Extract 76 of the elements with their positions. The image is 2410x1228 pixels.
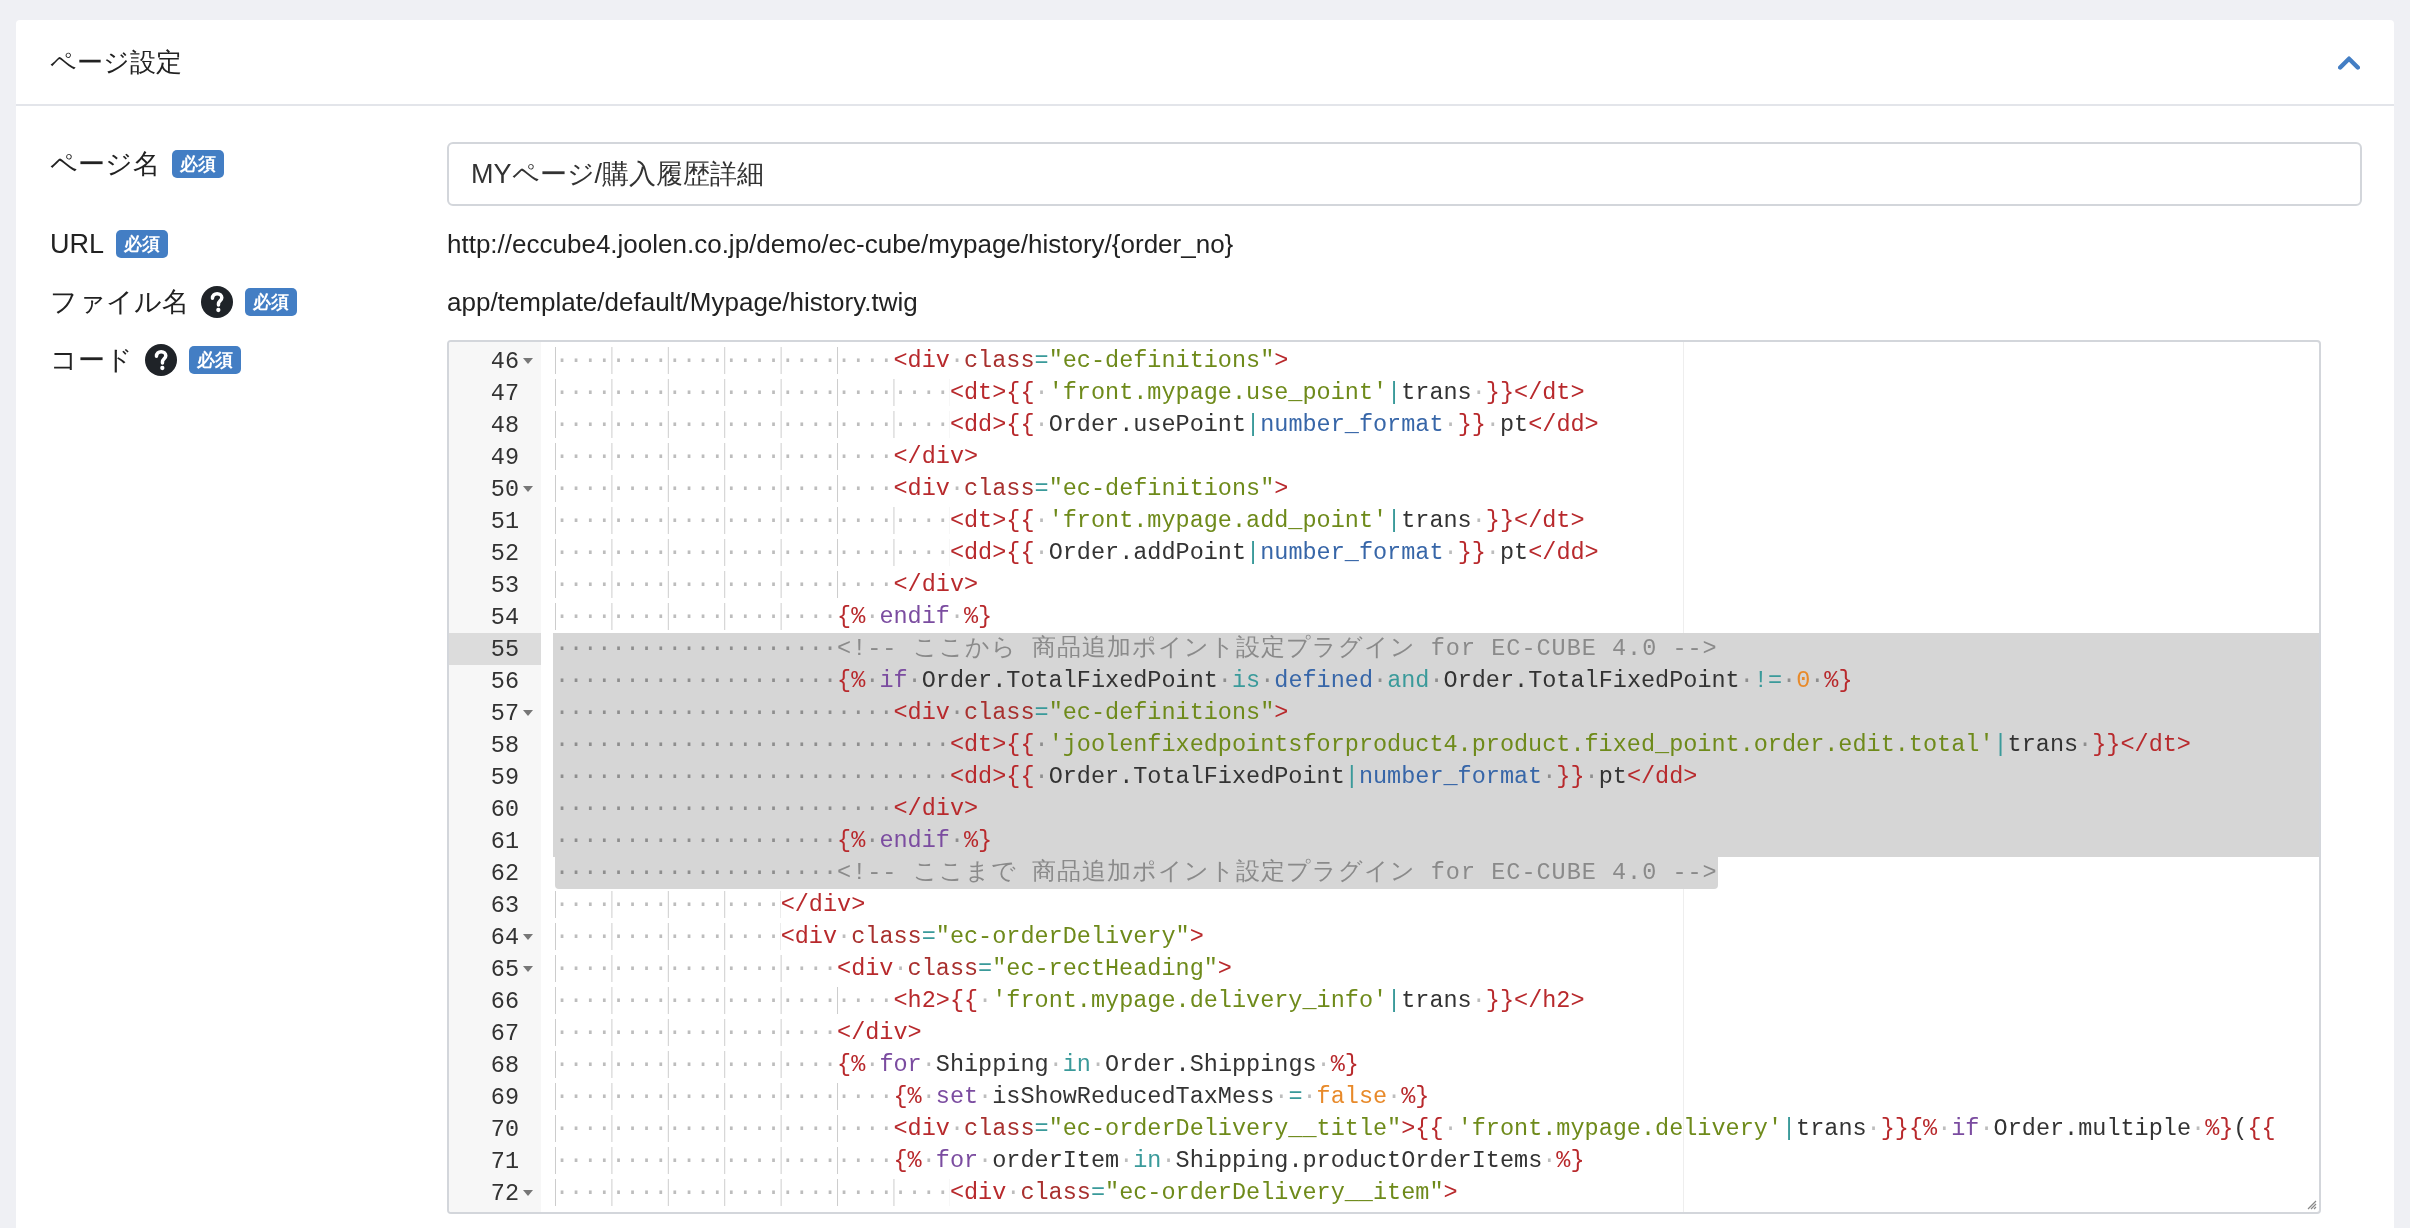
fold-caret-icon[interactable] <box>523 934 533 940</box>
line-number: 60 <box>489 794 520 825</box>
code-line: ····························<dt>{{·'joolenfixedpointsforproduct4.product.fixed_point.order.edit.total'|trans·}}</dt> <box>555 730 2191 760</box>
line-number: 72 <box>449 1177 541 1209</box>
code-line: ················</div> <box>555 890 866 920</box>
line-number: 67 <box>489 1018 520 1049</box>
code-line: ························</div> <box>555 794 979 824</box>
line-number: 59 <box>489 762 520 793</box>
line-number: 61 <box>489 826 520 857</box>
field-label: ファイル名 <box>50 286 189 319</box>
line-number: 55 <box>449 633 541 665</box>
code-line: ····················{%·for·Shipping·in·Order.Shippings·%} <box>555 1050 1359 1080</box>
code-line: ····························<dd>{{·Order.usePoint|number_format·}}·pt</dd> <box>555 410 1599 440</box>
line-number: 66 <box>489 986 520 1017</box>
line-number: 71 <box>489 1146 520 1177</box>
code-line: ····························<dt>{{·'front.mypage.add_point'|trans·}}</dt> <box>555 506 1585 536</box>
code-line: ························{%·set·isShowReducedTaxMess·=·false·%} <box>555 1082 1430 1112</box>
line-number: 62 <box>489 858 520 889</box>
line-number: 48 <box>489 410 520 441</box>
code-line: ························</div> <box>555 442 979 472</box>
code-line: ····························<dd>{{·Order.addPoint|number_format·}}·pt</dd> <box>555 538 1599 568</box>
code-line: ····················{%·endif·%} <box>555 826 993 856</box>
fold-caret-icon[interactable] <box>523 1190 533 1196</box>
required-badge: 必須 <box>116 230 168 258</box>
line-number: 50 <box>449 473 541 505</box>
field-label: コード <box>50 344 133 377</box>
code-line: ························<h2>{{·'front.mypage.delivery_info'|trans·}}</h2> <box>555 986 1585 1016</box>
code-line: ····························<div·class="ec-orderDelivery__item"> <box>555 1178 1458 1208</box>
line-number: 58 <box>489 730 520 761</box>
chevron-icon[interactable] <box>2338 54 2360 70</box>
line-number: 64 <box>449 921 541 953</box>
field-label: URL <box>50 228 104 260</box>
code-line: ························</div> <box>555 570 979 600</box>
line-number: 47 <box>489 378 520 409</box>
line-number: 52 <box>489 538 520 569</box>
field-label: ページ名 <box>50 148 160 181</box>
code-line: ························<div·class="ec-definitions"> <box>555 474 1289 504</box>
fold-caret-icon[interactable] <box>523 358 533 364</box>
line-number: 68 <box>489 1050 520 1081</box>
code-line: ················<div·class="ec-orderDelivery"> <box>555 922 1204 952</box>
help-icon[interactable] <box>201 286 233 318</box>
line-number: 56 <box>489 666 520 697</box>
fold-caret-icon[interactable] <box>523 486 533 492</box>
field-value: app/template/default/Mypage/history.twig <box>447 286 918 318</box>
line-number: 70 <box>489 1114 520 1145</box>
required-badge: 必須 <box>245 288 297 316</box>
fold-caret-icon[interactable] <box>523 710 533 716</box>
line-number: 51 <box>489 506 520 537</box>
fold-caret-icon[interactable] <box>523 966 533 972</box>
line-number: 57 <box>449 697 541 729</box>
page-name-field[interactable]: MYページ/購入履歴詳細 <box>447 142 2362 206</box>
line-number: 46 <box>449 345 541 377</box>
code-editor[interactable] <box>447 340 2321 1214</box>
code-line: ····················<!-- ここから 商品追加ポイント設定プラグイン for EC-CUBE 4.0 --> <box>555 633 1718 664</box>
help-icon[interactable] <box>145 344 177 376</box>
line-number: 63 <box>489 890 520 921</box>
resize-grip-icon[interactable] <box>2305 1198 2317 1210</box>
code-line: ····························<dt>{{·'front.mypage.use_point'|trans·}}</dt> <box>555 378 1585 408</box>
line-number: 69 <box>489 1082 520 1113</box>
code-line: ····························<dd>{{·Order.TotalFixedPoint|number_format·}}·pt</dd> <box>555 762 1698 792</box>
line-number: 49 <box>489 442 520 473</box>
code-line: ····················{%·if·Order.TotalFixedPoint·is·defined·and·Order.TotalFixedPoint·!=·0·%} <box>555 666 1853 696</box>
line-number: 65 <box>449 953 541 985</box>
code-line: ························<div·class="ec-orderDelivery__title">{{·'front.mypage.delivery'|trans·}}{%·if·Order.multiple·%}({{ <box>555 1114 2276 1144</box>
required-badge: 必須 <box>172 150 224 178</box>
field-value: http://eccube4.joolen.co.jp/demo/ec-cube/mypage/history/{order_no} <box>447 228 1234 260</box>
code-line: ····················</div> <box>555 1018 922 1048</box>
required-badge: 必須 <box>189 346 241 374</box>
panel-title: ページ設定 <box>50 45 182 79</box>
line-number: 54 <box>489 602 520 633</box>
code-line: ························<div·class="ec-definitions"> <box>555 346 1289 376</box>
code-line: ························<div·class="ec-definitions"> <box>555 698 1289 728</box>
code-line: ····················<div·class="ec-rectHeading"> <box>555 954 1232 984</box>
code-line: ····················{%·endif·%} <box>555 602 993 632</box>
code-line: ························{%·for·orderItem·in·Shipping.productOrderItems·%} <box>555 1146 1585 1176</box>
line-number: 53 <box>489 570 520 601</box>
